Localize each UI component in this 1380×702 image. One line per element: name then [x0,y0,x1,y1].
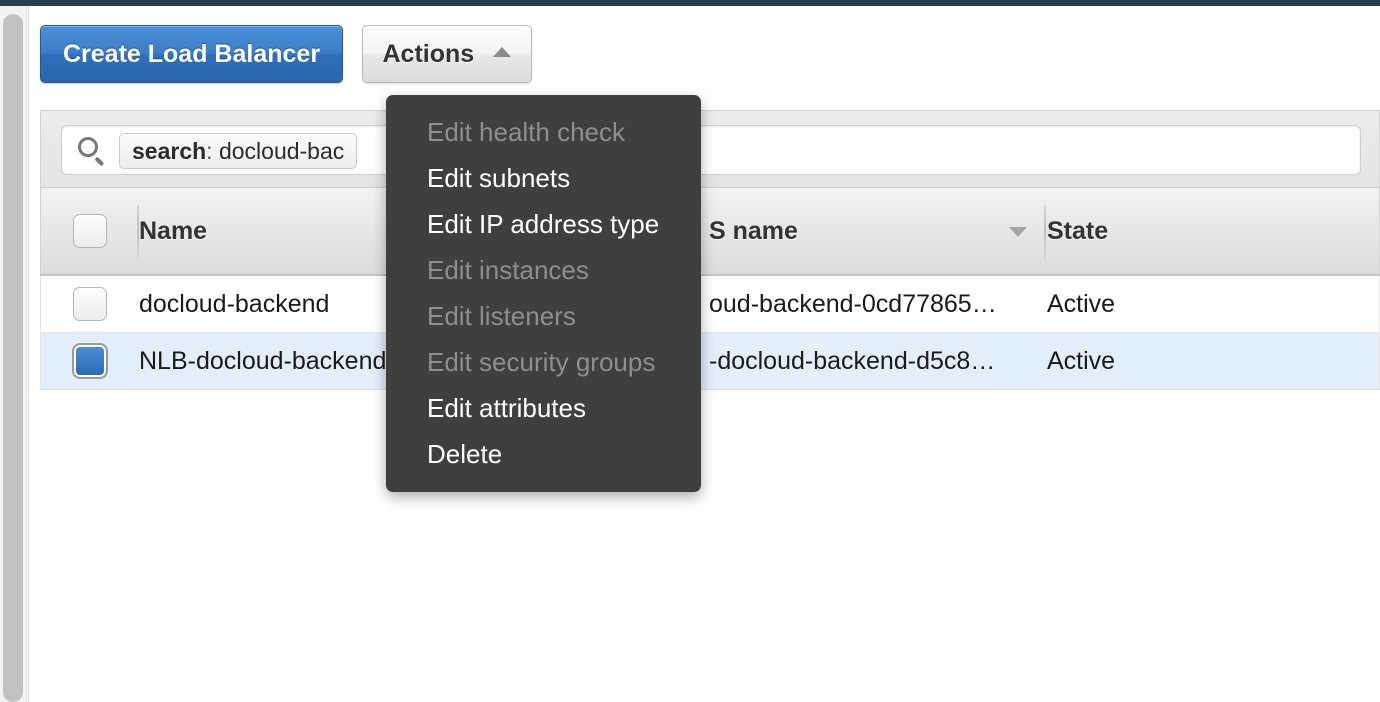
table-row[interactable]: NLB-docloud-backend -docloud-backend-d5c… [40,333,1380,390]
menu-item-delete[interactable]: Delete [386,431,701,477]
column-header-name-label: Name [139,216,208,245]
menu-item-edit-listeners: Edit listeners [427,301,576,331]
menu-item-edit-subnets[interactable]: Edit subnets [386,155,701,201]
menu-item-edit-security-groups: Edit security groups [427,347,656,377]
column-divider [1044,205,1046,259]
table-row[interactable]: docloud-backend oud-backend-0cd77865… Ac… [40,276,1380,333]
row-select-cell [41,333,139,389]
search-filter-token[interactable]: search: docloud-bac [119,133,358,169]
page-scrollbar[interactable] [0,6,27,702]
row-name-text: docloud-backend [139,289,330,318]
search-input[interactable]: search: docloud-bac [61,125,1361,175]
select-all-cell [41,188,139,274]
main-content: Create Load Balancer Actions search: doc… [29,6,1380,702]
row-state-text: Active [1047,289,1116,318]
aws-load-balancer-console: Create Load Balancer Actions search: doc… [0,0,1380,702]
table-header-row: Name S name State [40,188,1380,276]
column-header-state[interactable]: State [1047,188,1380,274]
load-balancers-table: Name S name State docloud-backend oud-ba… [40,188,1380,390]
menu-item-edit-ip-address-type[interactable]: Edit IP address type [386,201,701,247]
row-dns-cell: -docloud-backend-d5c8… [709,333,1047,389]
sort-descending-icon[interactable] [1009,227,1027,237]
row-state-cell: Active [1047,333,1380,389]
row-select-cell [41,276,139,332]
row-dns-cell: oud-backend-0cd77865… [709,276,1047,332]
row-state-cell: Active [1047,276,1380,332]
search-token-value: docloud-bac [218,138,345,164]
row-name-text: NLB-docloud-backend [139,346,387,375]
row-dns-text: oud-backend-0cd77865… [709,289,997,318]
create-load-balancer-button[interactable]: Create Load Balancer [40,25,344,83]
actions-button[interactable]: Actions [361,25,533,83]
search-token-separator: : [206,138,213,164]
search-icon [76,136,106,167]
column-header-state-label: State [1047,216,1109,245]
search-token-key: search [132,138,207,164]
menu-item-edit-health-check: Edit health check [427,117,626,147]
scrollbar-thumb[interactable] [3,14,23,702]
caret-up-icon [493,47,512,58]
column-header-dns-name[interactable]: S name [709,188,1047,274]
actions-dropdown-menu: Edit health check Edit subnets Edit IP a… [386,95,701,492]
search-filter-bar: search: docloud-bac [40,110,1380,188]
row-state-text: Active [1047,346,1116,375]
row-checkbox[interactable] [73,344,107,378]
actions-button-label: Actions [382,40,475,68]
row-dns-text: -docloud-backend-d5c8… [709,346,996,375]
menu-item-edit-attributes[interactable]: Edit attributes [386,385,701,431]
select-all-checkbox[interactable] [73,214,107,248]
column-header-dns-name-label: S name [709,216,798,245]
menu-item-edit-instances: Edit instances [427,255,589,285]
toolbar: Create Load Balancer Actions [40,25,533,99]
row-checkbox[interactable] [73,287,107,321]
